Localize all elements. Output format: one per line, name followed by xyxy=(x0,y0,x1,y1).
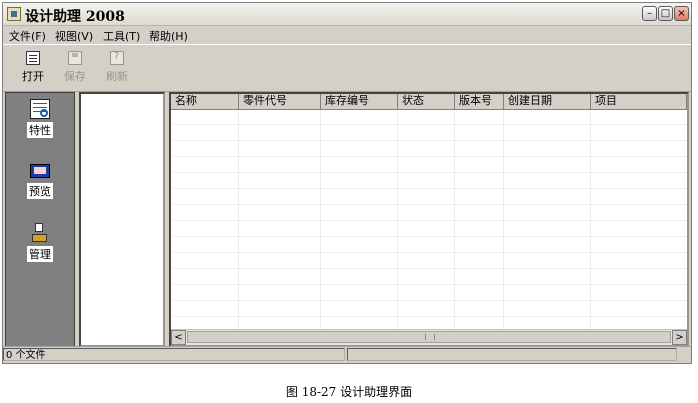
file-list[interactable]: 名称 零件代号 库存编号 状态 版本号 创建日期 项目 < > xyxy=(169,92,689,347)
open-label: 打开 xyxy=(22,70,44,83)
scroll-grip-icon xyxy=(425,334,435,340)
refresh-icon xyxy=(110,51,124,65)
preview-icon xyxy=(30,164,50,178)
status-bar: 0 个文件 xyxy=(3,346,691,363)
sidebar: 特性 预览 管理 xyxy=(5,92,75,347)
menu-bar: 文件(F) 视图(V) 工具(T) 帮助(H) xyxy=(3,26,691,43)
maximize-button[interactable]: □ xyxy=(658,6,673,21)
menu-help[interactable]: 帮助(H) xyxy=(149,28,188,44)
manage-icon xyxy=(30,223,50,243)
properties-icon xyxy=(30,99,50,119)
sidebar-item-label: 预览 xyxy=(27,183,53,199)
column-header[interactable]: 创建日期 xyxy=(504,94,591,109)
menu-tools[interactable]: 工具(T) xyxy=(103,28,140,44)
scroll-right-button[interactable]: > xyxy=(672,330,687,345)
toolbar: 打开 保存 刷新 xyxy=(3,44,691,92)
app-window: 设计助理 2008 – □ × 文件(F) 视图(V) 工具(T) 帮助(H) … xyxy=(2,2,692,364)
horizontal-scrollbar[interactable]: < > xyxy=(171,329,687,345)
refresh-label: 刷新 xyxy=(106,70,128,83)
column-header[interactable]: 状态 xyxy=(398,94,455,109)
column-header[interactable]: 项目 xyxy=(591,94,687,109)
list-header: 名称 零件代号 库存编号 状态 版本号 创建日期 项目 xyxy=(171,94,687,110)
sidebar-item-preview[interactable]: 预览 xyxy=(6,161,74,199)
window-title: 设计助理 2008 xyxy=(25,9,125,25)
open-icon xyxy=(26,51,40,65)
close-button[interactable]: × xyxy=(674,6,689,21)
sidebar-item-label: 特性 xyxy=(27,122,53,138)
save-icon xyxy=(68,51,82,65)
minimize-button[interactable]: – xyxy=(642,6,657,21)
scroll-thumb[interactable] xyxy=(187,331,671,343)
column-header[interactable]: 名称 xyxy=(171,94,239,109)
open-button[interactable]: 打开 xyxy=(13,49,53,84)
sidebar-item-manage[interactable]: 管理 xyxy=(6,223,74,262)
app-icon xyxy=(7,7,21,21)
tree-panel[interactable] xyxy=(79,92,165,347)
title-bar[interactable]: 设计助理 2008 – □ × xyxy=(3,3,691,26)
save-button[interactable]: 保存 xyxy=(55,49,95,84)
column-header[interactable]: 库存编号 xyxy=(321,94,398,109)
menu-file[interactable]: 文件(F) xyxy=(9,28,46,44)
refresh-button[interactable]: 刷新 xyxy=(97,49,137,84)
status-pane-empty xyxy=(347,348,677,361)
sidebar-item-properties[interactable]: 特性 xyxy=(6,99,74,138)
column-header[interactable]: 零件代号 xyxy=(239,94,321,109)
save-label: 保存 xyxy=(64,70,86,83)
figure-caption: 图 18-27 设计助理界面 xyxy=(285,385,413,399)
column-header[interactable]: 版本号 xyxy=(455,94,504,109)
status-file-count: 0 个文件 xyxy=(3,348,345,361)
menu-view[interactable]: 视图(V) xyxy=(55,28,93,44)
sidebar-item-label: 管理 xyxy=(27,246,53,262)
scroll-left-button[interactable]: < xyxy=(171,330,186,345)
